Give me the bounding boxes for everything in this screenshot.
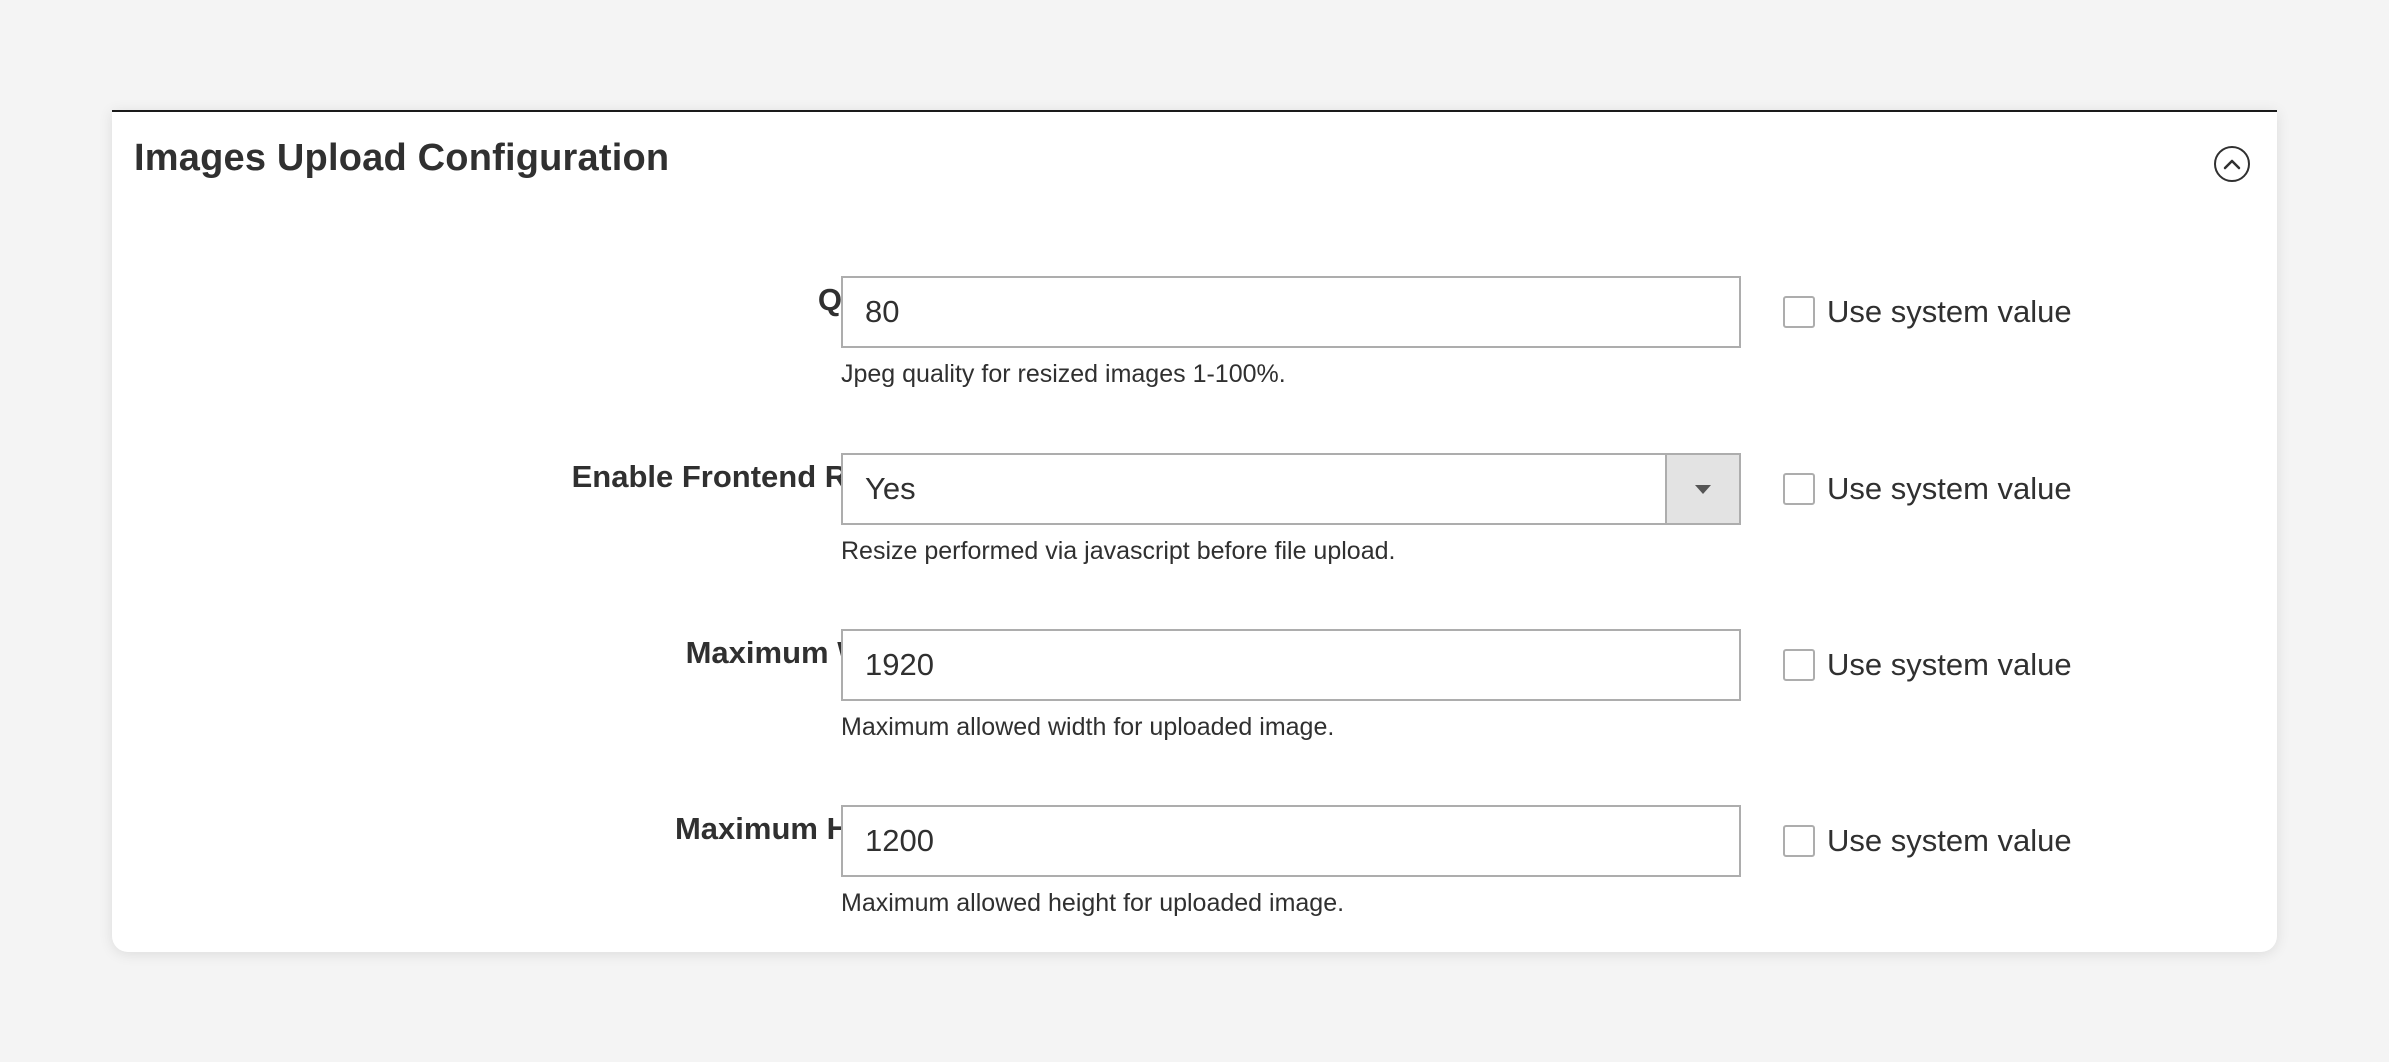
field-note-maximum-width: Maximum allowed width for uploaded image… [841,713,1335,741]
field-note-maximum-height: Maximum allowed height for uploaded imag… [841,889,1345,917]
field-row-enable-frontend-resize: Enable Frontend Resize [global] Yes Resi… [112,453,2277,593]
field-note-quality: Jpeg quality for resized images 1-100%. [841,360,1286,388]
use-system-value-enable-frontend-resize[interactable]: Use system value [1783,471,2072,507]
select-value: Yes [865,471,916,506]
maximum-width-input[interactable] [841,629,1741,701]
caret-down-icon [1695,484,1711,494]
field-row-quality: Quality [global] Jpeg quality for resize… [112,276,2277,416]
dropdown-toggle[interactable] [1665,455,1739,523]
use-system-value-label[interactable]: Use system value [1827,647,2072,683]
use-system-value-maximum-width[interactable]: Use system value [1783,647,2072,683]
collapse-button[interactable] [2214,146,2250,182]
use-system-value-label[interactable]: Use system value [1827,294,2072,330]
maximum-height-input[interactable] [841,805,1741,877]
use-system-value-checkbox[interactable] [1783,473,1815,505]
field-row-maximum-height: Maximum Height [global] Maximum allowed … [112,805,2277,945]
use-system-value-maximum-height[interactable]: Use system value [1783,823,2072,859]
use-system-value-checkbox[interactable] [1783,825,1815,857]
chevron-up-icon [2223,159,2241,170]
use-system-value-quality[interactable]: Use system value [1783,294,2072,330]
section-title[interactable]: Images Upload Configuration [134,136,669,182]
images-upload-configuration-panel: Images Upload Configuration Quality [glo… [112,110,2277,952]
use-system-value-checkbox[interactable] [1783,649,1815,681]
use-system-value-label[interactable]: Use system value [1827,471,2072,507]
field-note-enable-frontend-resize: Resize performed via javascript before f… [841,537,1396,565]
enable-frontend-resize-select[interactable]: Yes [841,453,1741,525]
use-system-value-checkbox[interactable] [1783,296,1815,328]
quality-input[interactable] [841,276,1741,348]
field-row-maximum-width: Maximum Width [global] Maximum allowed w… [112,629,2277,769]
use-system-value-label[interactable]: Use system value [1827,823,2072,859]
